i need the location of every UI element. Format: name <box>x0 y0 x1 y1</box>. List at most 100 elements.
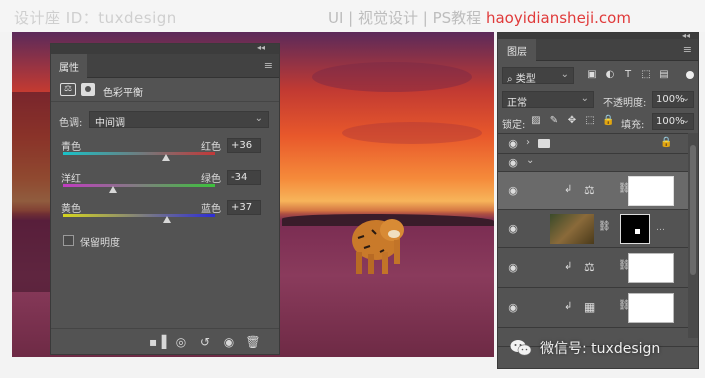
properties-footer: ▪▐ ◎ ↺ ◉ 🗑 <box>51 328 279 354</box>
slider-track[interactable] <box>63 214 215 217</box>
layer-row-group[interactable]: ◉ › 🔒 <box>498 134 688 154</box>
type-filter-icon[interactable]: T <box>622 69 634 81</box>
clipping-arrow-icon: ↲ <box>564 184 573 195</box>
layer-row-color-balance[interactable]: ◉ ↲ ⚖ ⛓ <box>498 172 688 210</box>
layer-mask-thumbnail[interactable] <box>628 176 674 206</box>
blend-mode-select[interactable]: 正常 ⌄ <box>502 91 594 109</box>
chevron-down-icon[interactable]: ⌄ <box>526 155 534 166</box>
layer-mask-thumbnail[interactable] <box>628 293 674 323</box>
filter-kind-select[interactable]: ⌕ 类型 ⌄ <box>502 67 574 85</box>
visibility-eye-icon[interactable]: ◉ <box>506 222 520 236</box>
fill-input[interactable]: 100% ⌄ <box>652 113 694 130</box>
slider-thumb[interactable] <box>163 216 172 223</box>
slider-value-input[interactable]: -34 <box>227 170 261 185</box>
filter-toggle-icon[interactable] <box>686 71 694 79</box>
link-icon: ⛓ <box>598 221 611 232</box>
slider-value-input[interactable]: +37 <box>227 200 261 215</box>
chevron-down-icon: ⌄ <box>580 93 589 104</box>
scrollbar-thumb[interactable] <box>690 145 696 275</box>
visibility-eye-icon[interactable]: ◉ <box>506 137 520 151</box>
shape-filter-icon[interactable]: ⬚ <box>640 69 652 81</box>
visibility-eye-icon[interactable]: ◉ <box>221 334 237 350</box>
pixel-filter-icon[interactable]: ▣ <box>586 69 598 81</box>
cloud-shape <box>342 122 482 144</box>
chevron-right-icon[interactable]: › <box>526 137 530 148</box>
panel-menu-icon[interactable]: ≡ <box>264 59 273 72</box>
layer-row-color-balance-2[interactable]: ◉ ↲ ⚖ ⛓ <box>498 248 688 288</box>
adjustment-filter-icon[interactable]: ◐ <box>604 69 616 81</box>
cloud-shape <box>312 62 472 92</box>
slider-left-label: 洋红 <box>61 174 81 185</box>
watermark-url: haoyidiansheji.com <box>485 9 631 27</box>
collapse-icon[interactable]: ◂◂ <box>257 43 265 52</box>
slider-right-label: 绿色 <box>201 174 221 185</box>
tone-row: 色调: 中间调 ⌄ <box>59 111 273 129</box>
layer-row-group-expanded[interactable]: ◉ ⌄ <box>498 154 688 172</box>
balance-scale-icon: ⚖ <box>584 183 595 197</box>
slider-track[interactable] <box>63 184 215 187</box>
lock-all-icon[interactable]: 🔒 <box>602 115 614 127</box>
smart-object-filter-icon[interactable]: ▤ <box>658 69 670 81</box>
tree-silhouette <box>12 92 52 292</box>
lock-image-icon[interactable]: ✎ <box>548 115 560 127</box>
visibility-eye-icon[interactable]: ◉ <box>506 184 520 198</box>
slider-thumb[interactable] <box>162 154 171 161</box>
properties-panel: ◂◂ 属性 ≡ ⚖ 色彩平衡 色调: 中间调 ⌄ 青色 红色 +36 洋红 绿色… <box>50 43 280 355</box>
adjustment-header: ⚖ 色彩平衡 <box>51 78 279 102</box>
panel-titlebar[interactable]: ◂◂ <box>51 43 279 54</box>
chevron-down-icon: ⌄ <box>681 115 690 126</box>
layers-tabbar: 图层 ≡ <box>498 39 698 61</box>
layer-mask-thumbnail[interactable] <box>620 214 650 244</box>
clipping-arrow-icon: ↲ <box>564 301 573 312</box>
artboard-lock-icon[interactable]: ⬚ <box>584 115 596 127</box>
tone-select[interactable]: 中间调 ⌄ <box>89 111 269 129</box>
visibility-eye-icon[interactable]: ◉ <box>506 261 520 275</box>
clipping-arrow-icon: ↲ <box>564 261 573 272</box>
levels-icon: ▦ <box>584 300 596 314</box>
layer-row-tiger[interactable]: ◉ ⛓ … <box>498 210 688 248</box>
delete-icon[interactable]: 🗑 <box>245 334 261 350</box>
slider-left-label: 青色 <box>61 142 81 153</box>
panel-menu-icon[interactable]: ≡ <box>683 43 692 56</box>
opacity-value: 100% <box>656 94 685 105</box>
visibility-eye-icon[interactable]: ◉ <box>506 156 520 170</box>
tab-layers[interactable]: 图层 <box>498 39 536 61</box>
fill-value: 100% <box>656 116 685 127</box>
yellow-blue-slider: 黄色 蓝色 +37 <box>61 200 273 234</box>
layer-row-adjustment[interactable]: ◉ ↲ ▦ ⛓ <box>498 288 688 328</box>
balance-scale-icon: ⚖ <box>60 83 76 96</box>
search-icon: ⌕ <box>507 74 513 85</box>
lock-transparent-icon[interactable]: ▨ <box>530 115 542 127</box>
lock-position-icon[interactable]: ✥ <box>566 115 578 127</box>
opacity-input[interactable]: 100% ⌄ <box>652 91 694 108</box>
blend-mode-row: 正常 ⌄ 不透明度: 100% ⌄ <box>502 91 696 109</box>
lock-icon: 🔒 <box>660 137 673 148</box>
preserve-luminosity-checkbox[interactable] <box>63 235 74 246</box>
slider-value-input[interactable]: +36 <box>227 138 261 153</box>
layer-list: ◉ › 🔒 ◉ ⌄ ◉ ↲ ⚖ ⛓ ◉ ⛓ … ◉ ↲ ⚖ ⛓ ◉ ↲ ▦ ⛓ <box>498 133 688 338</box>
tab-properties[interactable]: 属性 <box>51 54 87 78</box>
fill-label: 填充: <box>621 120 645 131</box>
layers-scrollbar[interactable] <box>688 133 698 338</box>
layer-effects-icon[interactable]: … <box>656 223 665 233</box>
watermark-banner: 设计座 ID：tuxdesign UI | 视觉设计 | PS教程 haoyid… <box>0 0 705 32</box>
slider-right-label: 蓝色 <box>201 204 221 215</box>
slider-right-label: 红色 <box>201 142 221 153</box>
adjustment-title: 色彩平衡 <box>103 88 143 99</box>
reset-icon[interactable]: ↺ <box>197 334 213 350</box>
visibility-eye-icon[interactable]: ◉ <box>506 301 520 315</box>
chevron-down-icon: ⌄ <box>681 93 690 104</box>
opacity-label: 不透明度: <box>603 98 647 109</box>
chevron-down-icon: ⌄ <box>560 69 569 80</box>
folder-icon <box>538 139 550 148</box>
tone-label: 色调: <box>59 118 83 129</box>
slider-track[interactable] <box>63 152 215 155</box>
layer-thumbnail[interactable] <box>550 214 594 244</box>
layer-mask-icon[interactable] <box>81 83 95 96</box>
layer-mask-thumbnail[interactable] <box>628 253 674 283</box>
view-previous-state-icon[interactable]: ◎ <box>173 334 189 350</box>
slider-thumb[interactable] <box>109 186 118 193</box>
wechat-id-text: 微信号: tuxdesign <box>540 341 661 357</box>
mask-shape <box>635 229 640 234</box>
clip-to-layer-icon[interactable]: ▪▐ <box>149 334 166 350</box>
